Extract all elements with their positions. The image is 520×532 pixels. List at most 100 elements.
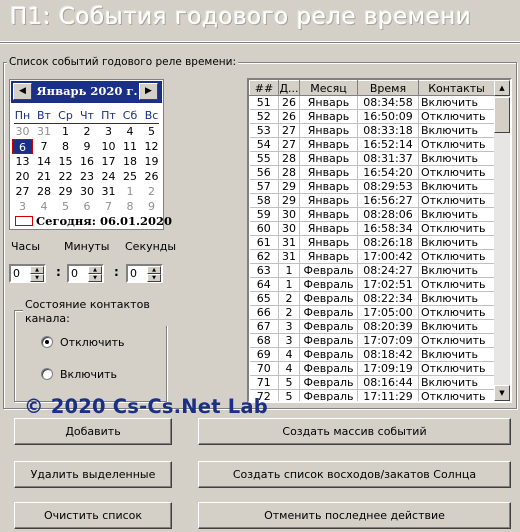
cell-number: 64 (249, 277, 279, 292)
calendar-day[interactable]: 20 (12, 169, 33, 184)
create-sun-list-button[interactable]: Создать список восходов/закатов Солнца (198, 461, 511, 488)
table-row[interactable]: 66 2 Февраль 17:05:00 Отключить (249, 305, 495, 320)
today-label[interactable]: Сегодня: 06.01.2020 (15, 214, 172, 228)
table-row[interactable]: 54 27 Январь 16:52:14 Отключить (249, 137, 495, 152)
calendar-day[interactable]: 29 (55, 184, 76, 199)
calendar-day[interactable]: 4 (34, 199, 55, 214)
table-row[interactable]: 71 5 Февраль 08:16:44 Включить (249, 375, 495, 390)
cell-time: 08:22:34 (357, 291, 419, 306)
calendar-day[interactable]: 30 (77, 184, 98, 199)
table-row[interactable]: 51 26 Январь 08:34:58 Включить (249, 95, 495, 110)
table-row[interactable]: 61 31 Январь 08:26:18 Включить (249, 235, 495, 250)
calendar-day[interactable]: 30 (12, 124, 33, 139)
calendar-day[interactable]: 12 (141, 139, 162, 154)
calendar-day[interactable]: 23 (77, 169, 98, 184)
calendar-day[interactable]: 17 (98, 154, 119, 169)
calendar-day[interactable]: 16 (77, 154, 98, 169)
table-row[interactable]: 57 29 Январь 08:29:53 Включить (249, 179, 495, 194)
table-row[interactable]: 67 3 Февраль 08:20:39 Включить (249, 319, 495, 334)
calendar-day[interactable]: 9 (141, 199, 162, 214)
scroll-thumb[interactable] (494, 97, 510, 133)
calendar-day[interactable]: 22 (55, 169, 76, 184)
calendar-day[interactable]: 9 (77, 139, 98, 154)
table-row[interactable]: 64 1 Февраль 17:02:51 Отключить (249, 277, 495, 292)
calendar-day[interactable]: 27 (12, 184, 33, 199)
calendar-day[interactable]: 3 (98, 124, 119, 139)
table-row[interactable]: 69 4 Февраль 08:18:42 Включить (249, 347, 495, 362)
calendar-day[interactable]: 7 (98, 199, 119, 214)
calendar-day[interactable]: 26 (141, 169, 162, 184)
calendar-day[interactable]: 28 (34, 184, 55, 199)
seconds-down-icon[interactable]: ▼ (147, 274, 161, 282)
table-row[interactable]: 55 28 Январь 08:31:37 Включить (249, 151, 495, 166)
calendar-day[interactable]: 6 (77, 199, 98, 214)
table-row[interactable]: 63 1 Февраль 08:24:27 Включить (249, 263, 495, 278)
table-row[interactable]: 70 4 Февраль 17:09:19 Отключить (249, 361, 495, 376)
table-row[interactable]: 72 5 Февраль 17:11:29 Отключить (249, 389, 495, 401)
minutes-down-icon[interactable]: ▼ (88, 274, 102, 282)
calendar-day[interactable]: 14 (34, 154, 55, 169)
calendar-day[interactable]: 21 (34, 169, 55, 184)
calendar-day[interactable]: 3 (12, 199, 33, 214)
table-row[interactable]: 52 26 Январь 16:50:09 Отключить (249, 109, 495, 124)
calendar-day[interactable]: 19 (141, 154, 162, 169)
add-button[interactable]: Добавить (14, 418, 172, 445)
calendar-day[interactable]: 13 (12, 154, 33, 169)
calendar-day[interactable]: 5 (55, 199, 76, 214)
radio-on[interactable] (41, 368, 53, 380)
calendar-day[interactable]: 31 (98, 184, 119, 199)
calendar-day[interactable]: 2 (141, 184, 162, 199)
calendar-day[interactable]: 7 (34, 139, 55, 154)
radio-off[interactable] (41, 336, 53, 348)
table-row[interactable]: 60 30 Январь 16:58:34 Отключить (249, 221, 495, 236)
calendar-day[interactable]: 2 (77, 124, 98, 139)
calendar-day[interactable]: 31 (34, 124, 55, 139)
table-row[interactable]: 59 30 Январь 08:28:06 Включить (249, 207, 495, 222)
table-scrollbar[interactable]: ▲ ▼ (494, 80, 510, 401)
clear-list-button[interactable]: Очистить список (14, 502, 172, 529)
calendar-day[interactable]: 10 (98, 139, 119, 154)
next-month-button[interactable]: ▶ (139, 83, 158, 100)
radio-on-label[interactable]: Включить (60, 368, 117, 381)
undo-last-button[interactable]: Отменить последнее действие (198, 502, 511, 529)
calendar-day[interactable]: 5 (141, 124, 162, 139)
calendar-day[interactable]: 25 (120, 169, 141, 184)
create-array-button[interactable]: Создать массив событий (198, 418, 511, 445)
scroll-down-icon[interactable]: ▼ (494, 385, 510, 401)
column-header-contacts[interactable]: Контакты (418, 80, 495, 96)
table-row[interactable]: 53 27 Январь 08:33:18 Включить (249, 123, 495, 138)
minutes-spinner[interactable]: 0 ▲ ▼ (67, 264, 104, 283)
column-header-month[interactable]: Месяц (299, 80, 358, 96)
column-header-number[interactable]: ## (249, 80, 279, 96)
seconds-spinner[interactable]: 0 ▲ ▼ (126, 264, 163, 283)
table-row[interactable]: 56 28 Январь 16:54:20 Отключить (249, 165, 495, 180)
seconds-up-icon[interactable]: ▲ (147, 266, 161, 274)
hours-down-icon[interactable]: ▼ (30, 274, 44, 282)
calendar-day[interactable]: 6 (12, 139, 33, 154)
events-table[interactable]: ## Д... Месяц Время Контакты 51 26 Январь 0… (247, 78, 512, 403)
calendar-day[interactable]: 8 (120, 199, 141, 214)
calendar-day[interactable]: 11 (120, 139, 141, 154)
table-row[interactable]: 68 3 Февраль 17:07:09 Отключить (249, 333, 495, 348)
hours-spinner[interactable]: 0 ▲ ▼ (9, 264, 46, 283)
calendar-day[interactable]: 15 (55, 154, 76, 169)
prev-month-button[interactable]: ◀ (13, 83, 32, 100)
table-row[interactable]: 65 2 Февраль 08:22:34 Включить (249, 291, 495, 306)
calendar-day[interactable]: 18 (120, 154, 141, 169)
scroll-up-icon[interactable]: ▲ (494, 80, 510, 96)
cell-day: 31 (278, 249, 300, 264)
table-row[interactable]: 58 29 Январь 16:56:27 Отключить (249, 193, 495, 208)
calendar-day[interactable]: 1 (55, 124, 76, 139)
delete-selected-button[interactable]: Удалить выделенные (14, 461, 172, 488)
calendar-day[interactable]: 4 (120, 124, 141, 139)
column-header-time[interactable]: Время (357, 80, 419, 96)
calendar-day[interactable]: 1 (120, 184, 141, 199)
radio-off-label[interactable]: Отключить (60, 336, 125, 349)
table-row[interactable]: 62 31 Январь 17:00:42 Отключить (249, 249, 495, 264)
column-header-day[interactable]: Д... (278, 80, 300, 96)
calendar-day[interactable]: 24 (98, 169, 119, 184)
calendar[interactable]: ◀ Январь 2020 г. ▶ Пн Вт Ср Чт Пт Сб Вс 30 31 1 2 3… (9, 79, 172, 230)
hours-up-icon[interactable]: ▲ (30, 266, 44, 274)
minutes-up-icon[interactable]: ▲ (88, 266, 102, 274)
calendar-day[interactable]: 8 (55, 139, 76, 154)
